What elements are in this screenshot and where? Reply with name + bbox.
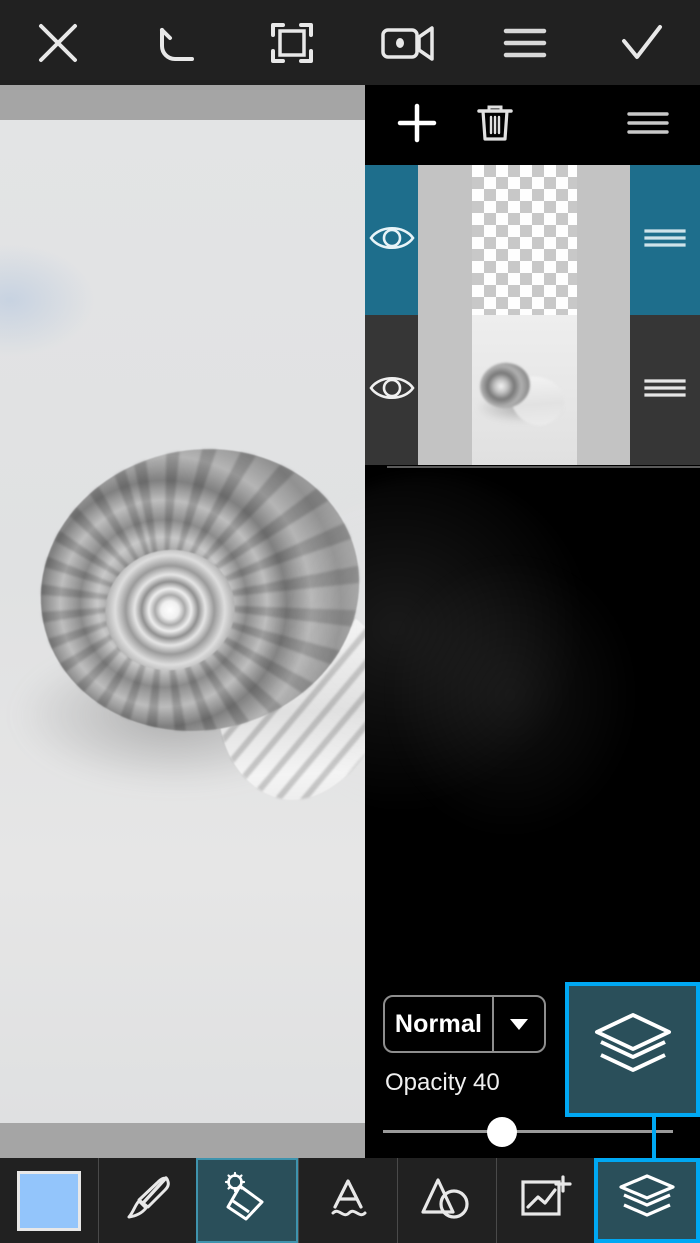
- eye-icon: [368, 371, 416, 410]
- eraser-icon: [219, 1170, 275, 1231]
- layers-panel-toggle-button[interactable]: [565, 982, 700, 1117]
- color-swatch-button[interactable]: [0, 1158, 98, 1243]
- drag-handle-icon: [643, 374, 687, 407]
- drag-handle-icon: [643, 224, 687, 257]
- transparent-checkerboard: [471, 165, 577, 315]
- canvas-band-bottom: [0, 1123, 365, 1158]
- close-button[interactable]: [0, 0, 117, 85]
- brush-tool-button[interactable]: [97, 1158, 197, 1243]
- layer-row[interactable]: [365, 315, 700, 465]
- shapes-tool-button[interactable]: [396, 1158, 496, 1243]
- layer-list-divider: [387, 466, 700, 468]
- layer-drag-handle[interactable]: [630, 224, 700, 257]
- chevron-down-icon[interactable]: [494, 997, 544, 1051]
- layer-properties-footer: Normal Opacity 40: [365, 973, 700, 1159]
- trash-icon: [475, 101, 515, 150]
- layers-icon: [616, 1170, 678, 1231]
- add-layer-button[interactable]: [383, 101, 451, 149]
- record-button[interactable]: [350, 0, 467, 85]
- layers-panel: Normal Opacity 40: [365, 85, 700, 1159]
- eraser-tool-button[interactable]: [196, 1158, 299, 1243]
- close-icon: [35, 20, 81, 66]
- layer-thumbnail: [418, 315, 630, 465]
- delete-layer-button[interactable]: [461, 101, 529, 149]
- layers-icon: [591, 1009, 675, 1090]
- blend-mode-select[interactable]: Normal: [383, 995, 546, 1053]
- add-image-icon: [516, 1172, 574, 1229]
- undo-button[interactable]: [117, 0, 234, 85]
- blend-mode-value: Normal: [394, 1009, 483, 1038]
- text-a-icon: [321, 1171, 375, 1230]
- video-camera-icon: [379, 22, 437, 64]
- layer-visibility-toggle[interactable]: [365, 371, 418, 410]
- layer-options-menu-button[interactable]: [614, 101, 682, 149]
- canvas-photo: [0, 120, 365, 1123]
- layer-thumbnail: [418, 165, 630, 315]
- bottom-toolbar: [0, 1158, 700, 1243]
- opacity-slider-track: [383, 1130, 673, 1133]
- layer-visibility-toggle[interactable]: [365, 221, 418, 260]
- layers-panel-header: [365, 85, 700, 165]
- text-tool-button[interactable]: [298, 1158, 397, 1243]
- hamburger-menu-icon: [625, 106, 671, 145]
- fab-connector-line: [652, 1117, 656, 1159]
- opacity-slider[interactable]: [383, 1115, 673, 1149]
- layer-drag-handle[interactable]: [630, 374, 700, 407]
- opacity-slider-knob[interactable]: [487, 1117, 517, 1147]
- canvas-band-top: [0, 85, 365, 120]
- crop-button[interactable]: [233, 0, 350, 85]
- add-image-button[interactable]: [495, 1158, 595, 1243]
- editor-screen: Normal Opacity 40: [0, 0, 700, 1243]
- layers-tool-button[interactable]: [594, 1158, 700, 1243]
- snail-shell-thumbnail: [471, 315, 577, 465]
- opacity-label: Opacity 40: [385, 1069, 500, 1096]
- hamburger-menu-icon: [500, 23, 550, 63]
- checkmark-icon: [618, 21, 666, 65]
- crop-icon: [267, 19, 317, 67]
- shapes-icon: [418, 1172, 476, 1229]
- layer-row[interactable]: [365, 165, 700, 315]
- image-canvas[interactable]: [0, 85, 365, 1158]
- confirm-button[interactable]: [583, 0, 700, 85]
- paintbrush-icon: [120, 1170, 176, 1231]
- plus-icon: [395, 101, 439, 150]
- menu-button[interactable]: [467, 0, 584, 85]
- color-swatch-icon: [16, 1170, 81, 1231]
- undo-icon: [150, 20, 200, 66]
- eye-icon: [368, 221, 416, 260]
- top-toolbar: [0, 0, 700, 85]
